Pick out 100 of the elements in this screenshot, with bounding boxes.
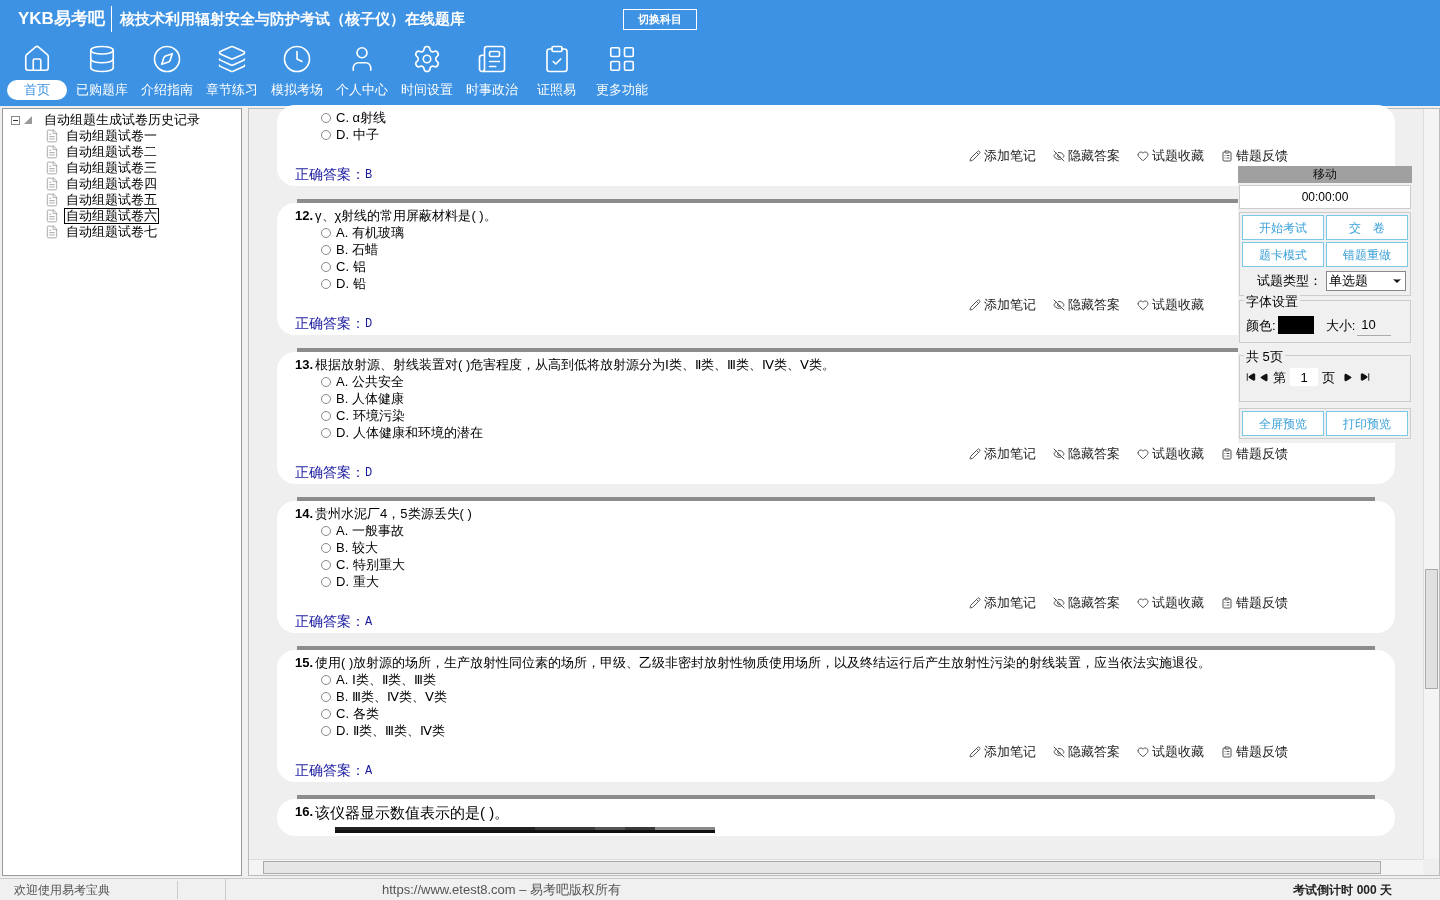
radio-button[interactable] — [321, 542, 331, 553]
action-link[interactable]: 错题反馈 — [1221, 593, 1305, 613]
last-page-icon[interactable] — [1360, 372, 1370, 383]
question-type-label: 试题类型： — [1257, 272, 1322, 291]
option-text: A. 一般事故 — [336, 521, 404, 540]
radio-button[interactable] — [321, 112, 331, 123]
option-text: D. 重大 — [336, 572, 379, 591]
action-link[interactable]: 试题收藏 — [1137, 742, 1221, 762]
action-link[interactable]: 隐藏答案 — [1053, 146, 1137, 166]
document-icon — [45, 129, 59, 143]
question-number: 15. — [295, 654, 314, 671]
heart-icon — [1137, 745, 1149, 758]
collapse-icon[interactable] — [11, 115, 20, 125]
action-link[interactable]: 隐藏答案 — [1053, 295, 1137, 315]
radio-button[interactable] — [321, 410, 331, 421]
radio-button[interactable] — [321, 261, 331, 272]
document-icon — [45, 209, 59, 223]
countdown-text: 考试倒计时 000 天 — [1293, 881, 1392, 899]
eye-off-icon — [1053, 745, 1065, 758]
radio-button[interactable] — [321, 393, 331, 404]
option-text: C. 特别重大 — [336, 555, 405, 574]
question-text: γ、χ射线的常用屏蔽材料是( )。 — [315, 207, 497, 224]
tree-item[interactable]: 自动组题试卷二 — [64, 144, 159, 160]
question-type-select[interactable]: 单选题 — [1326, 271, 1406, 291]
radio-button[interactable] — [321, 376, 331, 387]
option-text: C. 铝 — [336, 257, 366, 276]
first-page-icon[interactable] — [1246, 372, 1256, 383]
radio-button[interactable] — [321, 725, 331, 736]
option-text: D. 铅 — [336, 274, 366, 293]
action-link[interactable]: 添加笔记 — [969, 593, 1053, 613]
option-text: C. 各类 — [336, 704, 379, 723]
action-link[interactable]: 隐藏答案 — [1053, 593, 1137, 613]
answer-label: 正确答案： — [295, 463, 365, 482]
action-link[interactable]: 试题收藏 — [1137, 295, 1221, 315]
radio-button[interactable] — [321, 559, 331, 570]
tree-item[interactable]: 自动组题试卷六 — [64, 208, 159, 224]
eye-off-icon — [1053, 447, 1065, 460]
tree-item[interactable]: 自动组题试卷七 — [64, 224, 159, 240]
option-text: B. 人体健康 — [336, 389, 404, 408]
pencil-icon — [969, 596, 981, 609]
action-link[interactable]: 试题收藏 — [1137, 593, 1221, 613]
radio-button[interactable] — [321, 525, 331, 536]
question-text: 贵州水泥厂4，5类源丢失( ) — [315, 505, 472, 522]
answer-value: D — [365, 464, 373, 482]
action-link[interactable]: 添加笔记 — [969, 146, 1053, 166]
radio-button[interactable] — [321, 244, 331, 255]
font-size-field[interactable]: 10 — [1357, 315, 1392, 336]
page-field[interactable]: 1 — [1290, 368, 1318, 387]
question-number: 14. — [295, 505, 314, 522]
action-link[interactable]: 试题收藏 — [1137, 146, 1221, 166]
tree-root-label[interactable]: 自动组题生成试卷历史记录 — [44, 110, 200, 130]
triangle-icon — [24, 116, 32, 124]
color-swatch[interactable] — [1277, 316, 1314, 335]
tree-item[interactable]: 自动组题试卷四 — [64, 176, 159, 192]
action-link[interactable]: 错题反馈 — [1221, 742, 1305, 762]
question-number: 16. — [295, 803, 314, 820]
answer-value: A — [365, 613, 373, 631]
next-page-icon[interactable] — [1343, 372, 1352, 382]
option-text: C. α射线 — [336, 108, 387, 127]
action-link[interactable]: 添加笔记 — [969, 742, 1053, 762]
option-text: B. Ⅲ类、Ⅳ类、Ⅴ类 — [336, 687, 447, 706]
panel-title: 移动 — [1238, 166, 1412, 183]
option-text: D. Ⅱ类、Ⅲ类、Ⅳ类 — [336, 721, 445, 740]
tree-item[interactable]: 自动组题试卷三 — [64, 160, 159, 176]
radio-button[interactable] — [321, 576, 331, 587]
action-link[interactable]: 添加笔记 — [969, 295, 1053, 315]
color-label: 颜色: — [1246, 316, 1276, 335]
tree-item[interactable]: 自动组题试卷五 — [64, 192, 159, 208]
action-link[interactable]: 隐藏答案 — [1053, 742, 1137, 762]
answer-label: 正确答案： — [295, 314, 365, 333]
action-link[interactable]: 隐藏答案 — [1053, 444, 1137, 464]
action-link[interactable]: 错题反馈 — [1221, 146, 1305, 166]
list-icon — [1221, 596, 1233, 609]
action-link[interactable]: 错题反馈 — [1221, 444, 1305, 464]
radio-button[interactable] — [321, 278, 331, 289]
previous-page-icon[interactable] — [1260, 372, 1269, 382]
question-number: 12. — [295, 207, 314, 224]
heart-icon — [1137, 298, 1149, 311]
tree-item[interactable]: 自动组题试卷一 — [64, 128, 159, 144]
radio-button[interactable] — [321, 708, 331, 719]
option-text: A. Ⅰ类、Ⅱ类、Ⅲ类 — [336, 670, 436, 689]
copyright-text: https://www.etest8.com – 易考吧版权所有 — [382, 880, 622, 899]
answer-label: 正确答案： — [295, 612, 365, 631]
radio-button[interactable] — [321, 129, 331, 140]
radio-button[interactable] — [321, 674, 331, 685]
radio-button[interactable] — [321, 427, 331, 438]
action-link[interactable]: 试题收藏 — [1137, 444, 1221, 464]
app-logo: YKB易考吧 — [18, 6, 112, 32]
document-icon — [45, 177, 59, 191]
question-text: 使用( )放射源的场所，生产放射性同位素的场所，甲级、乙级非密封放射性物质使用场所，以及终结运行后产生放射性污染的射线装置，应当依法实施退役。 — [315, 654, 1212, 671]
scrollbar-thumb[interactable] — [263, 861, 1381, 874]
radio-button[interactable] — [321, 691, 331, 702]
vertical-scrollbar[interactable] — [1423, 109, 1439, 859]
action-link[interactable]: 添加笔记 — [969, 444, 1053, 464]
pencil-icon — [969, 149, 981, 162]
horizontal-scrollbar[interactable] — [249, 859, 1423, 875]
scrollbar-thumb[interactable] — [1425, 569, 1438, 689]
toolbar-tab[interactable]: 首页 — [6, 80, 67, 100]
radio-button[interactable] — [321, 227, 331, 238]
timer-display: 00:00:00 — [1239, 185, 1411, 209]
